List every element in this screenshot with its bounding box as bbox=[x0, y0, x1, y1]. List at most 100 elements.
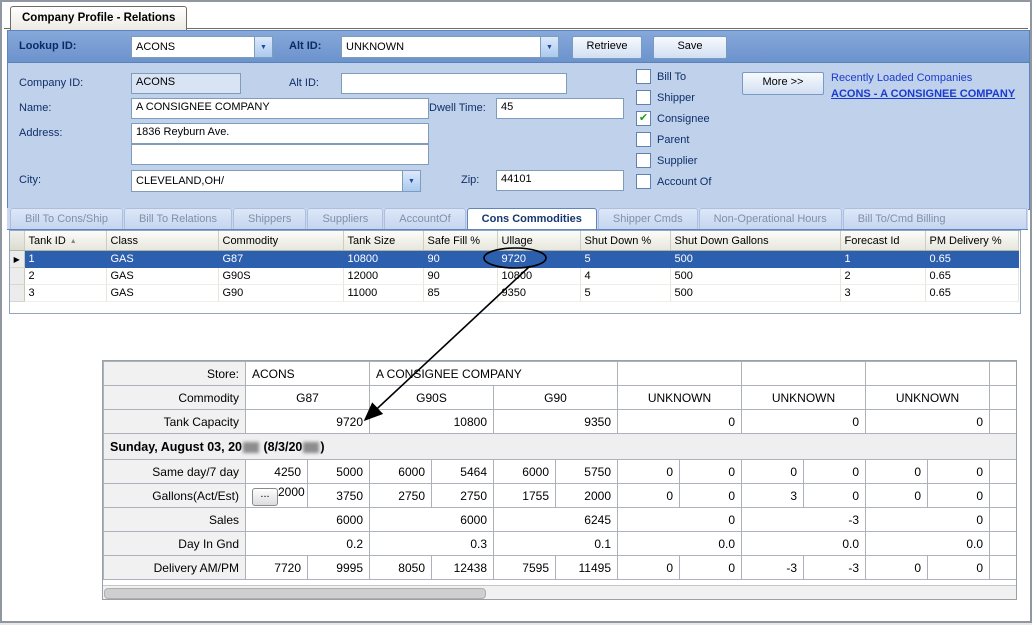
unchecked-checkbox-icon[interactable] bbox=[636, 90, 651, 105]
grid-cell[interactable]: 1 bbox=[24, 251, 106, 268]
checkbox-account-of[interactable]: Account Of bbox=[636, 175, 711, 188]
tab-bill-to-relations[interactable]: Bill To Relations bbox=[124, 208, 232, 230]
unchecked-checkbox-icon[interactable] bbox=[636, 132, 651, 147]
tab-bill-to-cons-ship[interactable]: Bill To Cons/Ship bbox=[10, 208, 123, 230]
tab-shipper-cmds[interactable]: Shipper Cmds bbox=[598, 208, 698, 230]
ellipsis-button[interactable]: ... bbox=[252, 488, 278, 506]
current-row-indicator-icon[interactable]: ▶ bbox=[10, 251, 24, 268]
grid-cell[interactable]: 10800 bbox=[497, 268, 580, 285]
checked-checkbox-icon[interactable]: ✔ bbox=[636, 111, 651, 126]
value-cell: 7595 bbox=[494, 556, 556, 580]
more-button[interactable]: More >> bbox=[742, 72, 824, 95]
tab-accountof[interactable]: AccountOf bbox=[384, 208, 465, 230]
chevron-down-icon[interactable]: ▼ bbox=[254, 37, 272, 57]
grid-cell[interactable]: G87 bbox=[218, 251, 343, 268]
tab-suppliers[interactable]: Suppliers bbox=[307, 208, 383, 230]
chevron-down-icon[interactable]: ▼ bbox=[540, 37, 558, 57]
horizontal-scrollbar[interactable] bbox=[103, 585, 1016, 599]
grid-cell[interactable]: 10800 bbox=[343, 251, 423, 268]
scrollbar-thumb[interactable] bbox=[104, 588, 486, 599]
city-combo[interactable]: CLEVELAND,OH/ ▼ bbox=[131, 170, 421, 192]
grid-cell[interactable]: 500 bbox=[670, 285, 840, 302]
grid-row-3[interactable]: 3GASG9011000859350550030.65 bbox=[10, 285, 1018, 302]
recently-loaded-link[interactable]: ACONS - A CONSIGNEE COMPANY bbox=[831, 88, 1027, 100]
grid-cell[interactable]: GAS bbox=[106, 251, 218, 268]
grid-cell[interactable]: 0.65 bbox=[925, 285, 1018, 302]
grid-cell[interactable]: 3 bbox=[840, 285, 925, 302]
grid-cell[interactable]: 85 bbox=[423, 285, 497, 302]
grid-cell[interactable]: 4 bbox=[580, 268, 670, 285]
save-button[interactable]: Save bbox=[653, 36, 727, 59]
grid-cell[interactable]: 3 bbox=[24, 285, 106, 302]
row-selector[interactable] bbox=[10, 268, 24, 285]
tab-cons-commodities[interactable]: Cons Commodities bbox=[467, 208, 597, 230]
grid-cell[interactable]: 90 bbox=[423, 251, 497, 268]
tab-shippers[interactable]: Shippers bbox=[233, 208, 306, 230]
address-field-1[interactable]: 1836 Reyburn Ave. bbox=[131, 123, 429, 144]
grid-column-header-commodity[interactable]: Commodity bbox=[218, 231, 343, 251]
grid-cell[interactable]: 12000 bbox=[343, 268, 423, 285]
checkbox-parent[interactable]: Parent bbox=[636, 133, 711, 146]
grid-column-header-shut-down[interactable]: Shut Down % bbox=[580, 231, 670, 251]
grid-column-header-tank-id[interactable]: Tank ID▲ bbox=[24, 231, 106, 251]
grid-cell[interactable]: 1 bbox=[840, 251, 925, 268]
grid-cell[interactable]: GAS bbox=[106, 285, 218, 302]
grid-row-2[interactable]: 2GASG90S120009010800450020.65 bbox=[10, 268, 1018, 285]
tab-non-operational-hours[interactable]: Non-Operational Hours bbox=[699, 208, 842, 230]
lookup-id-combo[interactable]: ACONS ▼ bbox=[131, 36, 273, 58]
grid-cell[interactable]: GAS bbox=[106, 268, 218, 285]
unchecked-checkbox-icon[interactable] bbox=[636, 69, 651, 84]
address-field-2[interactable] bbox=[131, 144, 429, 165]
grid-cell[interactable]: 5 bbox=[580, 285, 670, 302]
grid-cell[interactable]: G90S bbox=[218, 268, 343, 285]
grid-cell[interactable]: 9720 bbox=[497, 251, 580, 268]
value-cell: 0 bbox=[680, 460, 742, 484]
city-value: CLEVELAND,OH/ bbox=[132, 175, 402, 187]
redacted-year bbox=[243, 442, 259, 453]
grid-cell[interactable]: 2 bbox=[840, 268, 925, 285]
empty-cell bbox=[990, 410, 1018, 434]
grid-cell[interactable]: 9350 bbox=[497, 285, 580, 302]
window-tab-company-profile-relations[interactable]: Company Profile - Relations bbox=[10, 6, 187, 30]
company-id-field[interactable]: ACONS bbox=[131, 73, 241, 94]
tank-capacity-cell: 0 bbox=[618, 410, 742, 434]
checkbox-supplier[interactable]: Supplier bbox=[636, 154, 711, 167]
value-cell: 12438 bbox=[432, 556, 494, 580]
grid-column-header-tank-size[interactable]: Tank Size bbox=[343, 231, 423, 251]
grid-column-header-shut-down-gallons[interactable]: Shut Down Gallons bbox=[670, 231, 840, 251]
alt-id-combo[interactable]: UNKNOWN ▼ bbox=[341, 36, 559, 58]
chevron-down-icon[interactable]: ▼ bbox=[402, 171, 420, 191]
retrieve-button[interactable]: Retrieve bbox=[572, 36, 642, 59]
grid-cell[interactable]: 2 bbox=[24, 268, 106, 285]
checkbox-consignee[interactable]: ✔Consignee bbox=[636, 112, 711, 125]
grid-cell[interactable]: 500 bbox=[670, 251, 840, 268]
grid-column-header-ullage[interactable]: Ullage bbox=[497, 231, 580, 251]
grid-cell[interactable]: G90 bbox=[218, 285, 343, 302]
checkbox-bill-to[interactable]: Bill To bbox=[636, 70, 711, 83]
unchecked-checkbox-icon[interactable] bbox=[636, 174, 651, 189]
checkbox-label: Bill To bbox=[657, 71, 686, 83]
dwell-time-field[interactable]: 45 bbox=[496, 98, 624, 119]
grid-cell[interactable]: 0.65 bbox=[925, 251, 1018, 268]
alt-id-field[interactable] bbox=[341, 73, 567, 94]
value-cell: 0 bbox=[928, 484, 990, 508]
value-cell: 0.2 bbox=[246, 532, 370, 556]
grid-cell[interactable]: 5 bbox=[580, 251, 670, 268]
grid-column-header-class[interactable]: Class bbox=[106, 231, 218, 251]
grid-cell[interactable]: 500 bbox=[670, 268, 840, 285]
value-cell: 6000 bbox=[370, 460, 432, 484]
grid-row-1[interactable]: ▶1GASG8710800909720550010.65 bbox=[10, 251, 1018, 268]
grid-column-header-pm-delivery[interactable]: PM Delivery % bbox=[925, 231, 1018, 251]
grid-cell[interactable]: 90 bbox=[423, 268, 497, 285]
grid-cell[interactable]: 11000 bbox=[343, 285, 423, 302]
grid-column-header-forecast-id[interactable]: Forecast Id bbox=[840, 231, 925, 251]
row-selector-header bbox=[10, 231, 24, 251]
grid-cell[interactable]: 0.65 bbox=[925, 268, 1018, 285]
row-selector[interactable] bbox=[10, 285, 24, 302]
tab-bill-to-cmd-billing[interactable]: Bill To/Cmd Billing bbox=[843, 208, 1027, 230]
checkbox-shipper[interactable]: Shipper bbox=[636, 91, 711, 104]
zip-field[interactable]: 44101 bbox=[496, 170, 624, 191]
name-field[interactable]: A CONSIGNEE COMPANY bbox=[131, 98, 429, 119]
grid-column-header-safe-fill[interactable]: Safe Fill % bbox=[423, 231, 497, 251]
unchecked-checkbox-icon[interactable] bbox=[636, 153, 651, 168]
